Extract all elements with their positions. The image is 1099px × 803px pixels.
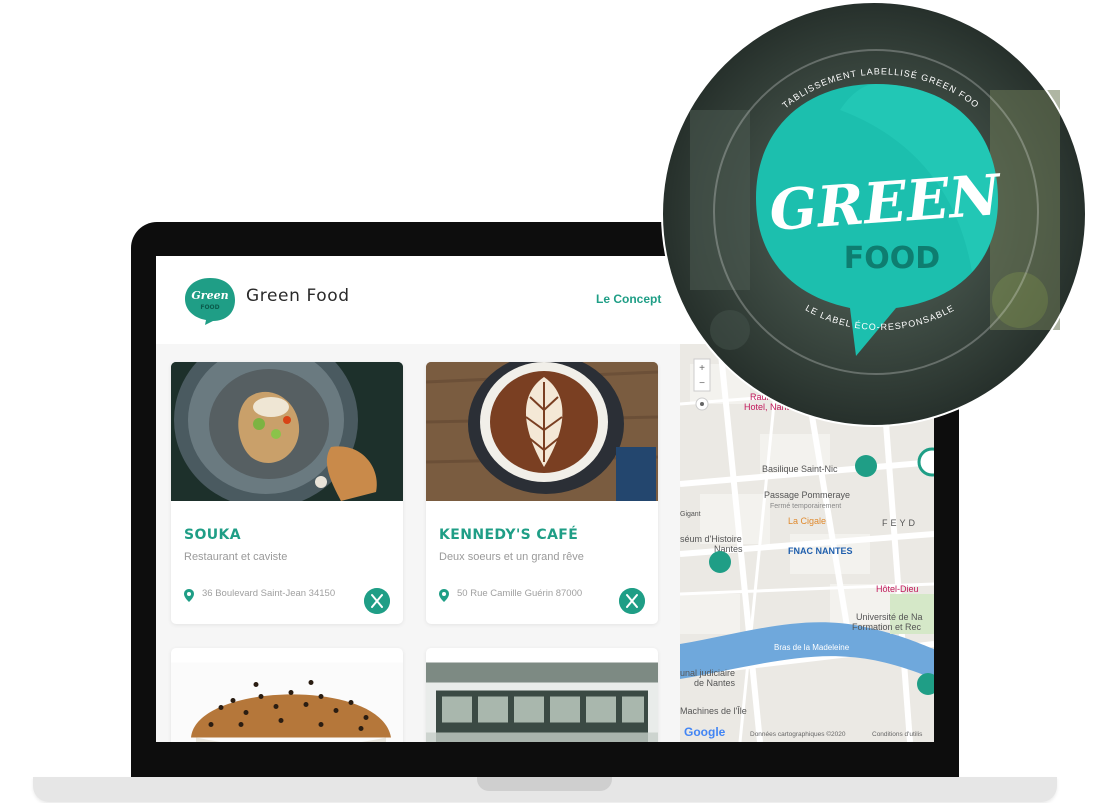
svg-text:Green: Green (191, 289, 228, 302)
map-cluster-icon[interactable] (917, 447, 934, 477)
burger-image (171, 662, 403, 742)
map-label: Basilique Saint-Nic (762, 464, 838, 474)
google-logo: Google (684, 725, 726, 739)
map-label: FNAC NANTES (788, 546, 853, 556)
green-food-badge-icon (619, 588, 645, 614)
map-label: Fermé temporairement (770, 503, 841, 510)
restaurant-card[interactable] (171, 648, 403, 742)
map-label: Machines de l'Île (680, 706, 747, 716)
nav-le-concept[interactable]: Le Concept (596, 292, 661, 306)
map-label: FEYD (882, 518, 918, 528)
restaurant-card[interactable] (426, 648, 658, 742)
map-label: Gigant (680, 511, 701, 518)
card-name[interactable]: KENNEDY'S CAFÉ (439, 527, 578, 543)
card-description: Restaurant et caviste (184, 551, 288, 563)
map-label: Bras de la Madeleine (774, 643, 850, 652)
card-address: 50 Rue Camille Guérin 87000 (439, 588, 629, 602)
restaurant-interior-image (426, 662, 658, 742)
card-address-text: 36 Boulevard Saint-Jean 34150 (202, 588, 336, 599)
souka-dish-image (171, 362, 403, 501)
svg-text:FOOD: FOOD (200, 304, 219, 311)
map-label: Université de Na (856, 612, 923, 622)
map-terms-link[interactable]: Conditions d'utilis (872, 731, 923, 738)
map-label: Formation et Rec (852, 622, 922, 632)
map-label: La Cigale (788, 516, 826, 526)
location-pin-icon (184, 589, 194, 602)
map-attribution: Données cartographiques ©2020 (750, 730, 846, 738)
map-label: Hôtel-Dieu (876, 584, 919, 594)
restaurant-card[interactable]: KENNEDY'S CAFÉ Deux soeurs et un grand r… (426, 362, 658, 624)
card-address: 36 Boulevard Saint-Jean 34150 (184, 588, 374, 602)
map-marker-icon[interactable] (855, 455, 877, 477)
map-label: Passage Pommeraye (764, 490, 850, 500)
map-label: de Nantes (694, 678, 736, 688)
laptop-mockup: Green FOOD Green Food Le Concept SOUKA R… (0, 0, 1099, 803)
kennedys-coffee-image (426, 362, 658, 501)
card-address-text: 50 Rue Camille Guérin 87000 (457, 588, 583, 599)
map-marker-icon[interactable] (709, 551, 731, 573)
map-label: unal judiciaire (680, 668, 735, 678)
map-label: séum d'Histoire (680, 534, 742, 544)
green-food-label-sticker: ÉTABLISSEMENT LABELLISÉ GREEN FOOD GREEN… (660, 0, 1087, 427)
restaurant-card[interactable]: SOUKA Restaurant et caviste 36 Boulevard… (171, 362, 403, 624)
green-food-logo[interactable]: Green FOOD (183, 276, 237, 326)
laptop-notch (477, 777, 612, 791)
green-food-badge-icon (364, 588, 390, 614)
sticker-logo-food: FOOD (844, 241, 940, 276)
card-description: Deux soeurs et un grand rêve (439, 551, 584, 563)
location-pin-icon (439, 589, 449, 602)
card-name[interactable]: SOUKA (184, 527, 241, 543)
brand-name[interactable]: Green Food (246, 286, 350, 306)
